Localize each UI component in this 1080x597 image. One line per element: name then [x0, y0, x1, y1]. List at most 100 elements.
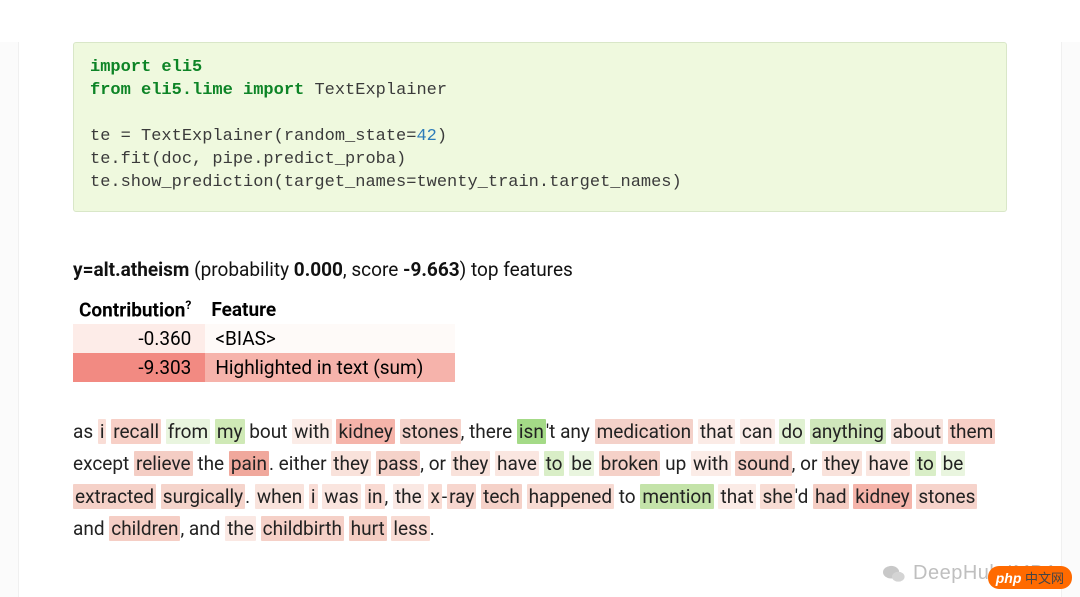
text-token	[344, 517, 349, 540]
code-number: 42	[416, 127, 436, 146]
feature-name: Highlighted in text (sum)	[205, 353, 455, 382]
text-token: my	[215, 419, 245, 444]
code-keyword: import	[243, 81, 304, 100]
text-token	[371, 452, 376, 475]
code-block: import eli5 from eli5.lime import TextEx…	[73, 42, 1007, 212]
text-token	[805, 420, 810, 443]
text-token: was	[322, 484, 360, 509]
code-text: )	[437, 127, 447, 146]
text-token: 't	[546, 420, 556, 443]
text-token: the	[193, 452, 229, 475]
table-row: -0.360<BIAS>	[73, 324, 455, 353]
summary-score: -9.663	[403, 258, 460, 281]
summary-target: y=alt.atheism	[73, 258, 189, 281]
text-token: children	[109, 516, 180, 541]
text-token: , and	[180, 517, 225, 540]
text-token: broken	[599, 451, 661, 476]
text-token: , or	[420, 452, 450, 475]
text-token: they	[331, 451, 371, 476]
text-token: pass	[376, 451, 421, 476]
text-token: have	[495, 451, 539, 476]
text-token: do	[779, 419, 805, 444]
text-token: to	[915, 451, 936, 476]
php-badge: php 中文网	[988, 566, 1072, 589]
text-token: the	[393, 484, 424, 509]
text-token: that	[718, 484, 755, 509]
text-token: except	[73, 452, 134, 475]
text-token: to	[614, 485, 640, 508]
text-token: the	[225, 516, 256, 541]
text-token: happened	[527, 484, 615, 509]
text-token: kidney	[853, 484, 911, 509]
text-token: childbirth	[261, 516, 344, 541]
table-row: -9.303Highlighted in text (sum)	[73, 353, 455, 382]
text-token: tech	[481, 484, 522, 509]
code-text: te.fit(doc, pipe.predict_proba)	[90, 149, 990, 172]
text-token: .	[245, 485, 255, 508]
text-token: , or	[792, 452, 822, 475]
text-token: hurt	[349, 516, 387, 541]
text-token: be	[941, 451, 966, 476]
text-token: them	[948, 419, 995, 444]
text-token: stones	[400, 419, 461, 444]
code-module: eli5.lime	[131, 81, 243, 100]
text-token: can	[740, 419, 775, 444]
text-token: have	[866, 451, 910, 476]
text-token	[256, 517, 261, 540]
contribution-value: -9.303	[73, 353, 205, 382]
code-module: eli5	[151, 58, 202, 77]
summary-probability: 0.000	[294, 258, 343, 281]
text-token	[522, 485, 527, 508]
text-token: isn	[517, 419, 546, 444]
text-token: ,	[385, 485, 393, 508]
column-header-contribution: Contribution?	[73, 295, 205, 324]
highlighted-text-explanation: as i recall from my bout with kidney sto…	[73, 416, 1007, 545]
feature-contribution-table: Contribution? Feature -0.360<BIAS>-9.303…	[73, 295, 455, 382]
text-token: they	[451, 451, 491, 476]
text-token: as	[73, 420, 98, 443]
text-token: medication	[595, 419, 694, 444]
text-token	[594, 452, 599, 475]
code-keyword: import	[90, 58, 151, 77]
text-token: less	[391, 516, 429, 541]
text-token: they	[822, 451, 862, 476]
text-token: kidney	[336, 419, 394, 444]
code-text: te.show_prediction(target_names=twenty_t…	[90, 172, 990, 195]
code-text: te = TextExplainer(random_state=	[90, 127, 416, 146]
text-token: ray	[447, 484, 476, 509]
text-token: up	[660, 452, 691, 475]
text-token: be	[569, 451, 594, 476]
contribution-value: -0.360	[73, 324, 205, 353]
text-token: about	[891, 419, 944, 444]
text-token: she	[760, 484, 794, 509]
result-summary: y=alt.atheism (probability 0.000, score …	[73, 258, 1007, 281]
text-token: surgically	[161, 484, 245, 509]
wechat-icon	[883, 565, 905, 583]
text-token: x	[428, 484, 441, 509]
text-token: stones	[916, 484, 977, 509]
text-token: anything	[810, 419, 886, 444]
text-token: , there	[461, 420, 517, 443]
text-token: had	[813, 484, 849, 509]
text-token: when	[255, 484, 304, 509]
text-token: with	[691, 451, 731, 476]
text-token	[886, 420, 891, 443]
text-token: to	[544, 451, 565, 476]
feature-name: <BIAS>	[205, 324, 455, 353]
code-text: TextExplainer	[304, 81, 447, 100]
text-token	[395, 420, 400, 443]
column-header-feature: Feature	[205, 295, 455, 324]
text-token: bout	[245, 420, 293, 443]
text-token: 'd	[795, 485, 809, 508]
code-keyword: from	[90, 81, 131, 100]
text-token: sound	[735, 451, 791, 476]
text-token: i	[309, 484, 318, 509]
text-token: extracted	[73, 484, 156, 509]
text-token: in	[365, 484, 384, 509]
text-token: .	[430, 517, 435, 540]
text-token	[539, 452, 544, 475]
text-token: relieve	[134, 451, 193, 476]
text-token: and	[73, 517, 109, 540]
text-token: from	[166, 419, 210, 444]
text-token: recall	[111, 419, 161, 444]
